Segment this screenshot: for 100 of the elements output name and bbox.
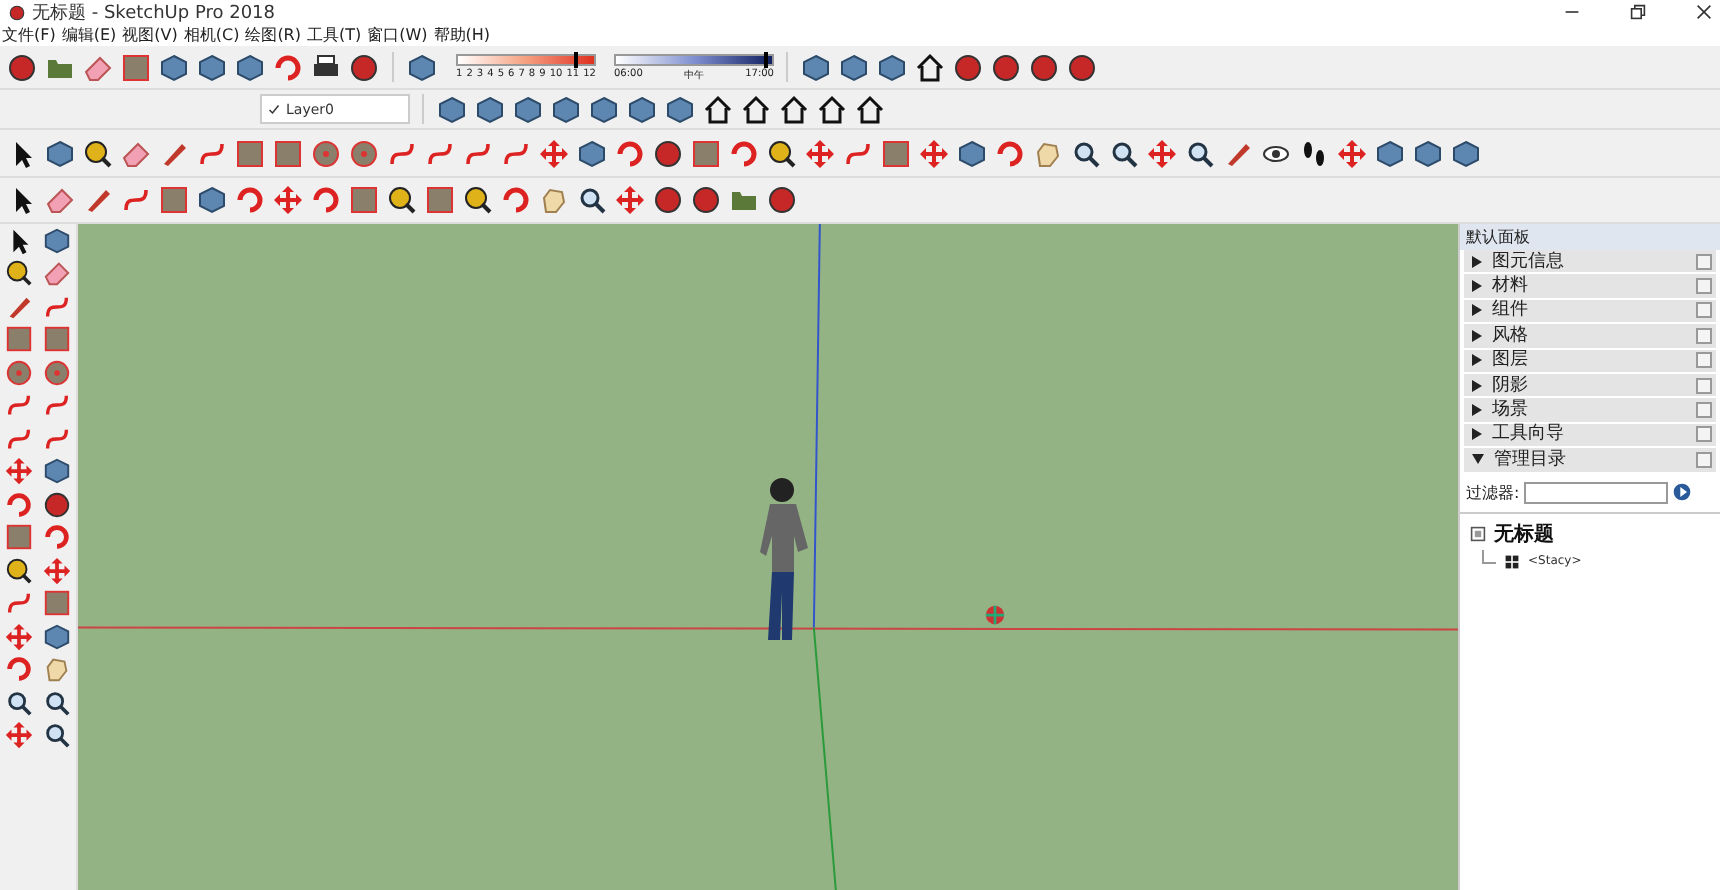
rotate-icon[interactable]: [4, 489, 34, 520]
panel-section-header[interactable]: 风格: [1464, 324, 1716, 350]
cube-icon[interactable]: [42, 621, 72, 652]
cube-icon[interactable]: [196, 184, 228, 216]
menu-item[interactable]: 文件(F): [2, 24, 56, 46]
magnifier-icon[interactable]: [576, 184, 608, 216]
cube-icon[interactable]: [664, 93, 696, 125]
panel-section-header[interactable]: 材料: [1464, 274, 1716, 300]
cube-icon[interactable]: [876, 51, 908, 83]
panel-section-header[interactable]: 阴影: [1464, 373, 1716, 399]
rotate-icon[interactable]: [994, 137, 1026, 169]
move-icon[interactable]: [918, 137, 950, 169]
cube-icon[interactable]: [550, 93, 582, 125]
month-slider[interactable]: [456, 54, 596, 66]
menu-item[interactable]: 窗口(W): [367, 24, 428, 46]
square-icon[interactable]: [42, 324, 72, 355]
menu-item[interactable]: 相机(C): [183, 24, 240, 46]
outliner-item[interactable]: 无标题: [1494, 519, 1554, 548]
move-icon[interactable]: [1146, 137, 1178, 169]
footprints-icon[interactable]: [1298, 137, 1330, 169]
square-icon[interactable]: [880, 137, 912, 169]
cube-icon[interactable]: [838, 51, 870, 83]
cube-icon[interactable]: [44, 137, 76, 169]
square-icon[interactable]: [234, 137, 266, 169]
cube-icon[interactable]: [956, 137, 988, 169]
cube-icon[interactable]: [512, 93, 544, 125]
house-icon[interactable]: [854, 93, 886, 125]
filter-field[interactable]: [1523, 481, 1668, 504]
time-slider[interactable]: [614, 53, 774, 65]
menu-item[interactable]: 工具(T): [307, 24, 362, 46]
square-icon[interactable]: [120, 51, 152, 83]
magnifier-icon[interactable]: [4, 687, 34, 718]
magnifier-icon[interactable]: [1108, 137, 1140, 169]
house-icon[interactable]: [914, 51, 946, 83]
move-icon[interactable]: [4, 621, 34, 652]
house-icon[interactable]: [778, 93, 810, 125]
square-icon[interactable]: [272, 137, 304, 169]
cube-icon[interactable]: [234, 51, 266, 83]
close-icon[interactable]: [1696, 4, 1712, 20]
move-icon[interactable]: [804, 137, 836, 169]
circle-icon[interactable]: [42, 357, 72, 388]
rotate-icon[interactable]: [728, 137, 760, 169]
magnifier-icon[interactable]: [42, 687, 72, 718]
restore-icon[interactable]: [1630, 4, 1646, 20]
cube-icon[interactable]: [42, 225, 72, 256]
cube-icon[interactable]: [588, 93, 620, 125]
panel-section-header[interactable]: 组件: [1464, 299, 1716, 325]
house-icon[interactable]: [740, 93, 772, 125]
rotate-icon[interactable]: [4, 654, 34, 685]
cube-icon[interactable]: [800, 51, 832, 83]
menu-item[interactable]: 视图(V): [122, 24, 178, 46]
cube-icon[interactable]: [406, 51, 438, 83]
square-icon[interactable]: [4, 522, 34, 553]
cube-icon[interactable]: [474, 93, 506, 125]
square-icon[interactable]: [4, 324, 34, 355]
cube-icon[interactable]: [158, 51, 190, 83]
cube-icon[interactable]: [1412, 137, 1444, 169]
rotate-icon[interactable]: [234, 184, 266, 216]
circle-icon[interactable]: [310, 137, 342, 169]
cube-icon[interactable]: [1450, 137, 1482, 169]
rotate-icon[interactable]: [310, 184, 342, 216]
square-icon[interactable]: [424, 184, 456, 216]
eraser-icon[interactable]: [82, 51, 114, 83]
cube-icon[interactable]: [436, 93, 468, 125]
panel-section-header[interactable]: 工具向导: [1464, 423, 1716, 449]
magnifier-icon[interactable]: [42, 720, 72, 751]
eraser-icon[interactable]: [120, 137, 152, 169]
move-icon[interactable]: [1336, 137, 1368, 169]
move-icon[interactable]: [614, 184, 646, 216]
square-icon[interactable]: [690, 137, 722, 169]
move-icon[interactable]: [272, 184, 304, 216]
eraser-icon[interactable]: [42, 258, 72, 289]
move-icon[interactable]: [4, 720, 34, 751]
cube-icon[interactable]: [42, 456, 72, 487]
move-icon[interactable]: [538, 137, 570, 169]
rotate-icon[interactable]: [614, 137, 646, 169]
curve-icon[interactable]: [120, 184, 152, 216]
panel-section-header[interactable]: 图元信息: [1464, 250, 1716, 275]
rotate-icon[interactable]: [42, 522, 72, 553]
house-icon[interactable]: [702, 93, 734, 125]
rotate-icon[interactable]: [500, 184, 532, 216]
cube-icon[interactable]: [196, 51, 228, 83]
menu-item[interactable]: 绘图(R): [245, 24, 301, 46]
circle-icon[interactable]: [348, 137, 380, 169]
cube-icon[interactable]: [576, 137, 608, 169]
cube-icon[interactable]: [626, 93, 658, 125]
panel-section-header[interactable]: 场景: [1464, 398, 1716, 424]
magnifier-icon[interactable]: [1184, 137, 1216, 169]
details-icon[interactable]: [1671, 482, 1692, 503]
pencil-icon[interactable]: [82, 184, 114, 216]
square-icon[interactable]: [348, 184, 380, 216]
move-icon[interactable]: [42, 555, 72, 586]
panel-section-header[interactable]: 图层: [1464, 349, 1716, 374]
circle-icon[interactable]: [4, 357, 34, 388]
rotate-icon[interactable]: [272, 51, 304, 83]
magnifier-icon[interactable]: [1070, 137, 1102, 169]
menu-item[interactable]: 帮助(H): [433, 24, 491, 46]
cube-icon[interactable]: [1374, 137, 1406, 169]
panel-section-header[interactable]: 管理目录: [1464, 448, 1716, 474]
menu-item[interactable]: 编辑(E): [61, 24, 117, 46]
